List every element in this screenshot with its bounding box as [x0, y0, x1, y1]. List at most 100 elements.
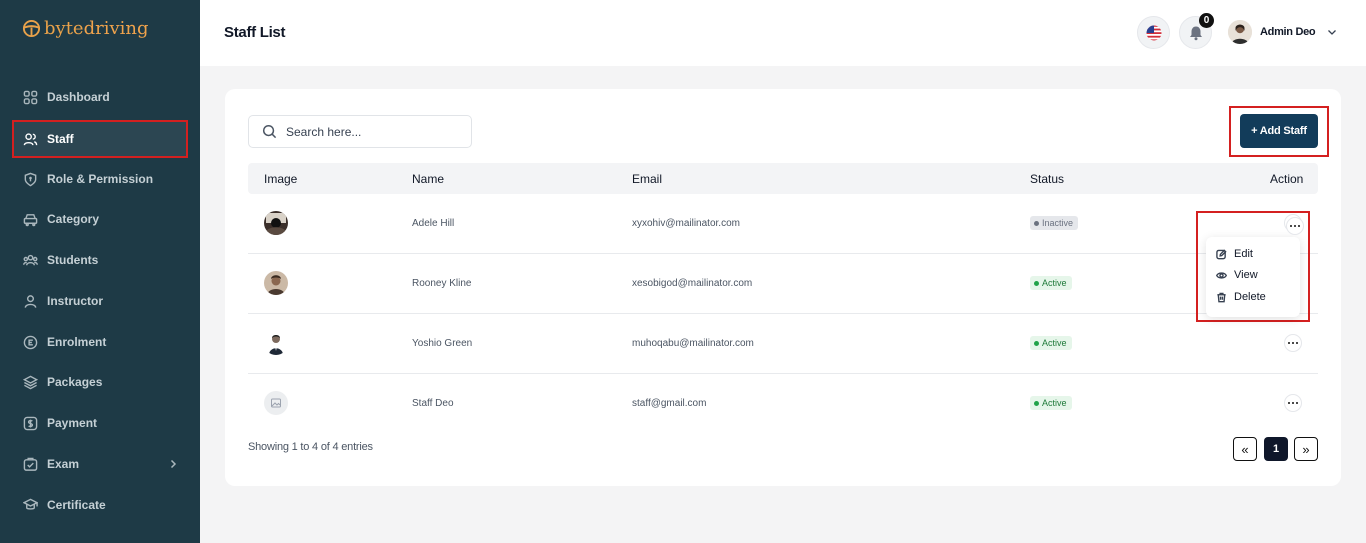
menu-item-label: Edit	[1234, 248, 1253, 260]
menu-item-edit[interactable]: Edit	[1216, 248, 1253, 260]
eye-icon	[1216, 271, 1227, 279]
column-header-email: Email	[632, 172, 663, 186]
staff-name: Yoshio Green	[412, 338, 473, 349]
staff-avatar-placeholder	[264, 391, 288, 415]
logo-text-driving: driving	[83, 18, 149, 39]
sidebar-item-label: Staff	[47, 132, 74, 146]
sidebar-item-label: Students	[47, 253, 99, 267]
sidebar-item-label: Packages	[47, 375, 103, 389]
menu-item-view[interactable]: View	[1216, 269, 1258, 281]
entries-info: Showing 1 to 4 of 4 entries	[248, 441, 373, 453]
column-header-name: Name	[412, 172, 445, 186]
menu-item-label: View	[1234, 269, 1258, 281]
sidebar: byte driving Dashboard Staff Role & Permi…	[0, 0, 200, 543]
staff-email: xesobigod@mailinator.com	[632, 278, 753, 289]
bell-icon	[1189, 26, 1202, 40]
status-text: Active	[1042, 338, 1067, 348]
sidebar-item-label: Certificate	[47, 498, 106, 512]
sidebar-item-staff[interactable]: Staff	[12, 120, 188, 158]
sidebar-item-label: Instructor	[47, 294, 104, 308]
sidebar-item-dashboard[interactable]: Dashboard	[14, 80, 186, 114]
sidebar-item-role-permission[interactable]: Role & Permission	[14, 162, 186, 196]
table-row: Adele Hill xyxohiv@mailinator.com Inacti…	[248, 194, 1318, 254]
user-icon	[24, 294, 37, 308]
chevron-down-icon	[1328, 30, 1337, 35]
column-header-action: Action	[1270, 172, 1304, 186]
pagination-prev-button[interactable]: «	[1233, 437, 1257, 461]
table-header: Image Name Email Status Action	[248, 163, 1318, 194]
sidebar-item-label: Payment	[47, 416, 98, 430]
pagination-next-button[interactable]: »	[1294, 437, 1318, 461]
app-logo[interactable]: byte driving	[22, 18, 149, 39]
language-selector[interactable]	[1137, 16, 1170, 49]
users-icon	[23, 132, 38, 145]
chevron-right-icon	[170, 459, 177, 469]
add-staff-highlight: + Add Staff	[1229, 106, 1329, 157]
shield-icon	[24, 172, 37, 186]
steering-wheel-icon	[22, 19, 41, 38]
add-staff-button[interactable]: + Add Staff	[1240, 114, 1318, 148]
enrolment-icon	[23, 335, 38, 349]
sidebar-item-enrolment[interactable]: Enrolment	[14, 325, 186, 359]
sidebar-item-label: Exam	[47, 457, 80, 471]
notification-count-badge: 0	[1199, 13, 1214, 28]
row-action-menu: Edit View Delete	[1206, 237, 1300, 317]
staff-email: muhoqabu@mailinator.com	[632, 338, 754, 349]
page-title: Staff List	[224, 24, 286, 41]
certificate-icon	[23, 498, 38, 510]
user-menu[interactable]: Admin Deo	[1228, 20, 1337, 44]
staff-list-card: + Add Staff Image Name Email Status Acti…	[225, 89, 1341, 486]
sidebar-item-exam[interactable]: Exam	[14, 447, 186, 481]
status-text: Inactive	[1042, 218, 1074, 228]
staff-email: xyxohiv@mailinator.com	[632, 218, 740, 229]
row-actions-button[interactable]	[1284, 334, 1302, 352]
exam-icon	[23, 457, 38, 471]
top-header: Staff List 0 Admin Deo	[200, 0, 1366, 66]
sidebar-item-students[interactable]: Students	[14, 243, 186, 277]
search-input[interactable]	[286, 124, 456, 139]
staff-avatar	[264, 331, 288, 355]
status-badge: Active	[1030, 276, 1072, 290]
edit-icon	[1216, 248, 1227, 259]
menu-item-label: Delete	[1234, 291, 1266, 303]
staff-name: Staff Deo	[412, 398, 454, 409]
sidebar-item-label: Category	[47, 212, 100, 226]
status-badge: Inactive	[1030, 216, 1079, 230]
status-text: Active	[1042, 278, 1067, 288]
table-row: Staff Deo staff@gmail.com Active	[248, 374, 1318, 434]
avatar	[1228, 20, 1252, 44]
row-actions-button[interactable]	[1284, 394, 1302, 412]
staff-email: staff@gmail.com	[632, 398, 707, 409]
dashboard-icon	[23, 90, 38, 104]
sidebar-item-packages[interactable]: Packages	[14, 365, 186, 399]
layers-icon	[23, 375, 38, 389]
pagination-page-1[interactable]: 1	[1264, 437, 1288, 461]
user-name: Admin Deo	[1260, 26, 1316, 38]
students-icon	[23, 254, 38, 265]
sidebar-item-payment[interactable]: Payment	[14, 406, 186, 440]
staff-name: Rooney Kline	[412, 278, 472, 289]
notifications-button[interactable]: 0	[1179, 13, 1214, 49]
staff-name: Adele Hill	[412, 218, 455, 229]
car-icon	[23, 213, 38, 226]
search-box[interactable]	[248, 115, 472, 148]
staff-avatar	[264, 271, 288, 295]
sidebar-item-label: Enrolment	[47, 335, 107, 349]
row-actions-button[interactable]	[1286, 217, 1304, 235]
trash-icon	[1217, 292, 1226, 302]
status-text: Active	[1042, 398, 1067, 408]
menu-item-delete[interactable]: Delete	[1216, 291, 1266, 303]
status-badge: Active	[1030, 396, 1072, 410]
sidebar-item-label: Role & Permission	[47, 172, 154, 186]
search-icon	[262, 124, 277, 139]
status-badge: Active	[1030, 336, 1072, 350]
staff-avatar	[264, 211, 288, 235]
action-menu-highlight: Edit View Delete	[1196, 211, 1310, 322]
us-flag-icon	[1146, 25, 1161, 40]
sidebar-item-certificate[interactable]: Certificate	[14, 488, 186, 522]
table-row: Rooney Kline xesobigod@mailinator.com Ac…	[248, 254, 1318, 314]
column-header-image: Image	[264, 172, 298, 186]
sidebar-item-instructor[interactable]: Instructor	[14, 284, 186, 318]
sidebar-item-category[interactable]: Category	[14, 202, 186, 236]
sidebar-item-label: Dashboard	[47, 90, 110, 104]
